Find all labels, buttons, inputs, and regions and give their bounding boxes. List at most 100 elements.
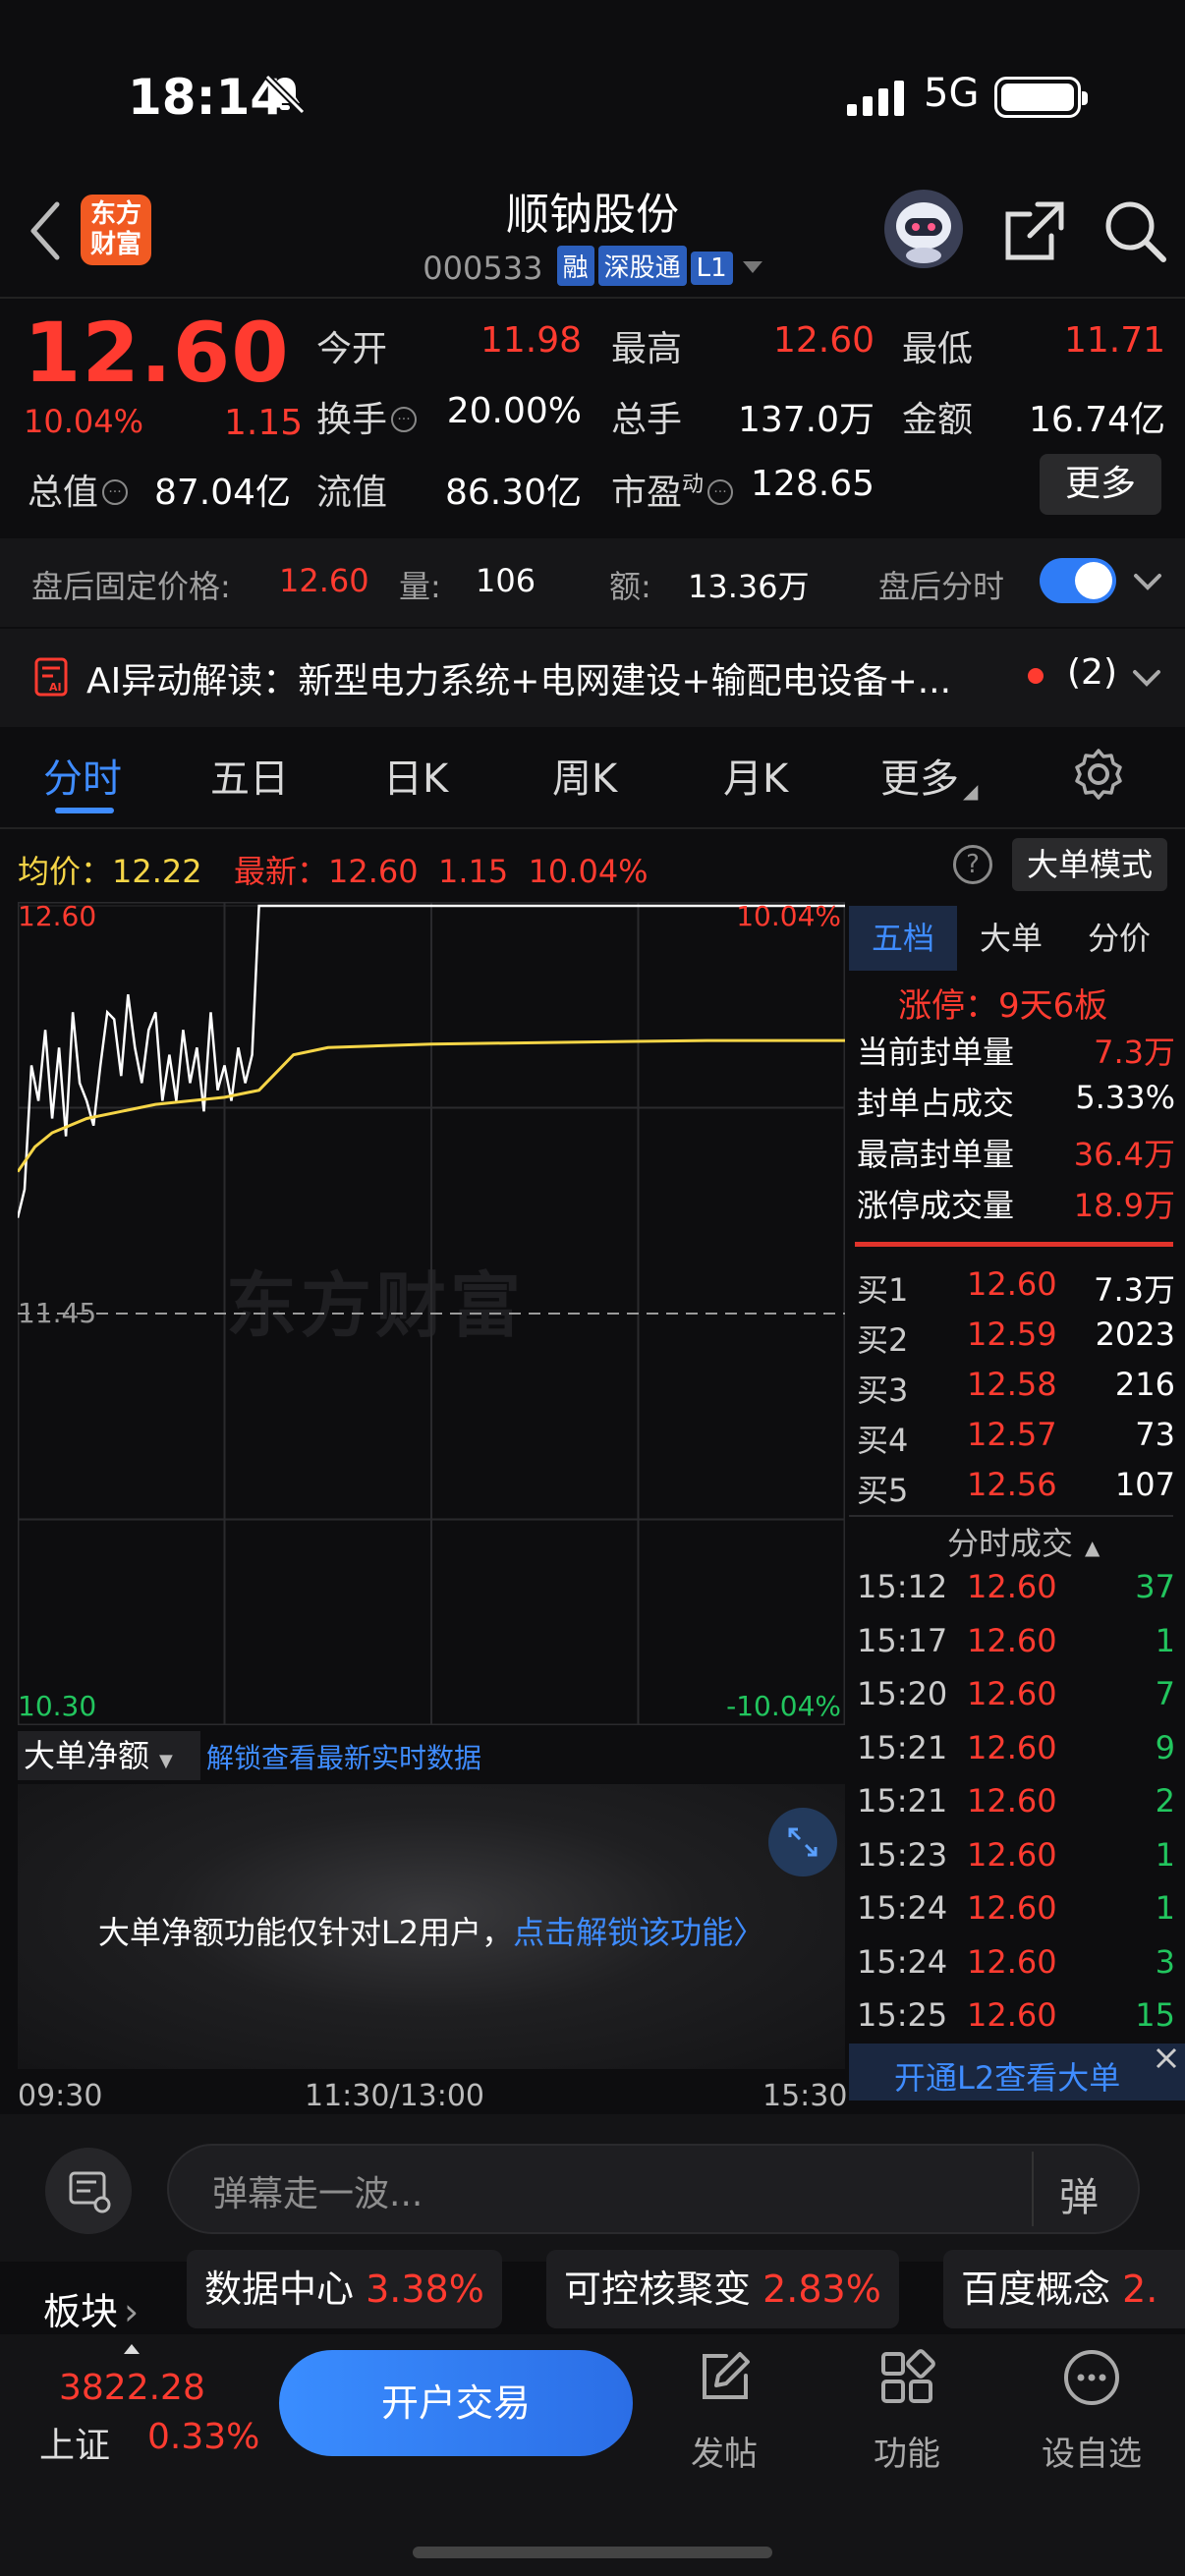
home-indicator xyxy=(413,2547,772,2558)
trade-volume: 3 xyxy=(1155,1942,1175,1981)
index-name[interactable]: 上证 xyxy=(39,2417,110,2468)
unlock-realtime-link[interactable]: 解锁查看最新实时数据 xyxy=(206,1737,481,1776)
comment-list-icon[interactable] xyxy=(45,2148,132,2234)
after-hours-vol-label: 量: xyxy=(399,568,441,605)
intraday-chart[interactable]: 12.60 11.45 10.30 10.04% -10.04% xyxy=(18,902,845,1725)
tab-more[interactable]: 更多 ◢ xyxy=(880,747,978,804)
limit-stat-label: 涨停成交量 xyxy=(857,1187,1015,1224)
latest-price-readout: 最新：12.60 1.15 10.04% xyxy=(234,853,649,890)
trade-volume: 37 xyxy=(1135,1568,1175,1605)
avg-price-readout: 均价：12.22 xyxy=(18,853,202,890)
trade-price: 12.60 xyxy=(967,1996,1057,2034)
expand-icon[interactable] xyxy=(768,1808,837,1876)
trade-time: 15:17 xyxy=(857,1621,948,1659)
cellular-signal-icon xyxy=(847,81,904,116)
trade-volume: 1 xyxy=(1155,1621,1175,1659)
tab-price-dist[interactable]: 分价 xyxy=(1065,906,1173,971)
trades-title[interactable]: 分时成交 ▲ xyxy=(947,1519,1100,1564)
limit-stat-label: 最高封单量 xyxy=(857,1136,1015,1173)
nav-add-watchlist-label: 设自选 xyxy=(1042,2435,1142,2474)
search-icon[interactable] xyxy=(1100,196,1169,265)
sector-chip[interactable]: 百度概念 2. xyxy=(943,2250,1185,2328)
active-tab-indicator xyxy=(55,808,114,813)
tab-big-orders[interactable]: 大单 xyxy=(957,906,1065,971)
market-cap-label: 总值 ··· xyxy=(28,464,129,515)
index-percent[interactable]: 0.33% xyxy=(147,2417,259,2457)
pe-value: 128.65 xyxy=(751,464,875,504)
tag-margin: 融 xyxy=(556,246,594,286)
high-value: 12.60 xyxy=(772,320,875,361)
chevron-down-icon[interactable] xyxy=(1130,568,1165,597)
grid-apps-icon xyxy=(881,2349,935,2403)
tab-intraday[interactable]: 分时 xyxy=(43,747,122,804)
after-hours-amt-label: 额: xyxy=(609,568,651,605)
danmaku-toggle-button[interactable]: 弹 xyxy=(1059,2165,1099,2222)
after-hours-amt: 13.36万 xyxy=(688,568,810,605)
divider xyxy=(0,297,1185,299)
tab-five-levels[interactable]: 五档 xyxy=(849,906,957,971)
more-dots-icon xyxy=(1064,2350,1119,2405)
bid-label: 买3 xyxy=(857,1372,909,1409)
l2-upgrade-text[interactable]: 开通L2查看大单 xyxy=(894,2053,1120,2099)
nav-add-watchlist[interactable]: 设自选 xyxy=(1028,2346,1156,2475)
float-cap-label: 流值 xyxy=(316,473,388,513)
trade-volume: 2 xyxy=(1155,1782,1175,1820)
stock-code: 000533 xyxy=(423,250,543,287)
after-hours-toggle[interactable] xyxy=(1040,558,1116,603)
current-price: 12.60 xyxy=(24,305,290,401)
share-icon[interactable] xyxy=(1000,196,1069,265)
svg-text:AI: AI xyxy=(49,681,62,694)
change-percent: 10.04% xyxy=(24,403,144,440)
bid-price: 12.56 xyxy=(967,1466,1057,1503)
trade-time: 15:24 xyxy=(857,1889,948,1927)
help-icon[interactable]: ? xyxy=(953,845,992,884)
trade-time: 15:21 xyxy=(857,1728,948,1766)
y-label-mid-left: 11.45 xyxy=(18,1297,96,1329)
pe-label: 市盈动 ··· xyxy=(611,464,734,515)
danmaku-placeholder[interactable]: 弹幕走一波... xyxy=(212,2165,423,2216)
trade-price: 12.60 xyxy=(967,1621,1057,1659)
more-button[interactable]: 更多 xyxy=(1040,454,1161,515)
sector-chip[interactable]: 可控核聚变 2.83% xyxy=(546,2250,899,2328)
indicator-select[interactable]: 大单净额 ▼ xyxy=(18,1731,200,1780)
trade-time: 15:20 xyxy=(857,1675,948,1712)
trade-price: 12.60 xyxy=(967,1568,1057,1605)
limit-stat-value: 36.4万 xyxy=(1073,1136,1175,1173)
info-icon[interactable]: ··· xyxy=(102,479,129,505)
close-icon[interactable] xyxy=(1152,2044,1181,2073)
sector-chip[interactable]: 数据中心 3.38% xyxy=(187,2250,502,2328)
index-value[interactable]: 3822.28 xyxy=(59,2368,205,2408)
bid-volume: 216 xyxy=(1114,1366,1175,1403)
bid-price: 12.57 xyxy=(967,1416,1057,1453)
sector-label[interactable]: 板块 › xyxy=(43,2281,139,2335)
low-value: 11.71 xyxy=(1063,320,1165,361)
low-label: 最低 xyxy=(902,329,974,369)
tab-monthly-k[interactable]: 月K xyxy=(723,747,788,804)
big-order-mode-button[interactable]: 大单模式 xyxy=(1012,838,1167,891)
bid-label: 买2 xyxy=(857,1321,909,1359)
chevron-down-icon[interactable] xyxy=(1130,664,1163,692)
divider xyxy=(0,827,1185,829)
unlock-feature-link[interactable]: 点击解锁该功能〉 xyxy=(513,1914,764,1951)
ai-robot-icon[interactable] xyxy=(879,185,968,273)
bid-price: 12.59 xyxy=(967,1316,1057,1353)
nav-functions[interactable]: 功能 xyxy=(843,2346,971,2475)
tab-daily-k[interactable]: 日K xyxy=(383,747,448,804)
open-account-trade-button[interactable]: 开户交易 xyxy=(279,2350,633,2456)
nav-post[interactable]: 发帖 xyxy=(660,2346,788,2475)
limit-stat-label: 当前封单量 xyxy=(857,1034,1015,1071)
turnover-value: 20.00% xyxy=(446,391,582,431)
x-label-open: 09:30 xyxy=(18,2079,103,2113)
trade-volume: 7 xyxy=(1155,1675,1175,1712)
settings-gear-icon[interactable] xyxy=(1071,747,1126,802)
edit-post-icon xyxy=(703,2352,750,2399)
y-label-bottom-left: 10.30 xyxy=(18,1690,96,1722)
tab-5day[interactable]: 五日 xyxy=(210,747,289,804)
trade-price: 12.60 xyxy=(967,1782,1057,1820)
ai-insight-text[interactable]: AI异动解读：新型电力系统+电网建设+输配电设备+... xyxy=(86,652,951,703)
info-icon[interactable]: ··· xyxy=(391,407,418,432)
tab-weekly-k[interactable]: 周K xyxy=(552,747,617,804)
bid-label: 买4 xyxy=(857,1422,909,1459)
bell-muted-icon xyxy=(264,74,306,115)
trade-price: 12.60 xyxy=(967,1728,1057,1766)
